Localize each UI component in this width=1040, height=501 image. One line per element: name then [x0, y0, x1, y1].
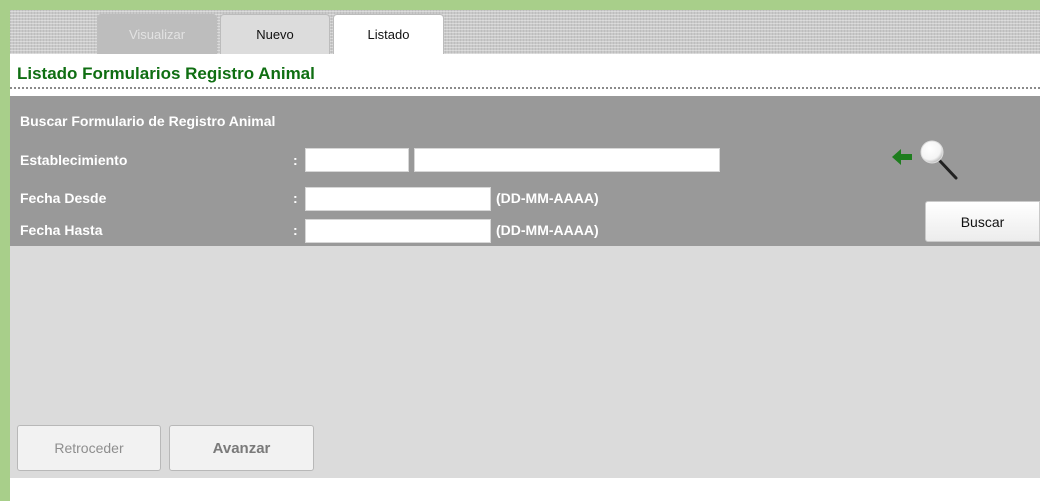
tab-nuevo[interactable]: Nuevo: [220, 14, 330, 54]
search-panel-title: Buscar Formulario de Registro Animal: [20, 113, 276, 129]
fecha-hasta-label: Fecha Hasta: [20, 222, 103, 238]
page-title: Listado Formularios Registro Animal: [17, 64, 315, 83]
avanzar-button[interactable]: Avanzar: [169, 425, 314, 471]
establecimiento-code-input[interactable]: [305, 148, 409, 172]
fecha-hasta-format-hint: (DD-MM-AAAA): [496, 222, 599, 238]
tab-strip: Visualizar Nuevo Listado: [10, 10, 1040, 54]
buscar-button[interactable]: Buscar: [925, 201, 1040, 242]
establecimiento-label: Establecimiento: [20, 152, 128, 168]
retroceder-button[interactable]: Retroceder: [17, 425, 161, 471]
fecha-desde-label: Fecha Desde: [20, 190, 107, 206]
arrow-left-icon[interactable]: [892, 148, 914, 166]
results-area: Retroceder Avanzar: [10, 246, 1040, 478]
tab-listado[interactable]: Listado: [333, 14, 444, 54]
title-divider: [10, 87, 1040, 89]
magnifier-icon[interactable]: [917, 136, 963, 182]
fecha-hasta-colon: :: [293, 222, 298, 238]
tab-visualizar: Visualizar: [97, 14, 217, 54]
app-window: Visualizar Nuevo Listado Listado Formula…: [10, 10, 1040, 501]
establecimiento-colon: :: [293, 152, 298, 168]
fecha-desde-colon: :: [293, 190, 298, 206]
fecha-desde-input[interactable]: [305, 187, 491, 211]
fecha-hasta-input[interactable]: [305, 219, 491, 243]
establecimiento-name-input[interactable]: [414, 148, 720, 172]
fecha-desde-format-hint: (DD-MM-AAAA): [496, 190, 599, 206]
search-panel: Buscar Formulario de Registro Animal Est…: [10, 96, 1040, 246]
